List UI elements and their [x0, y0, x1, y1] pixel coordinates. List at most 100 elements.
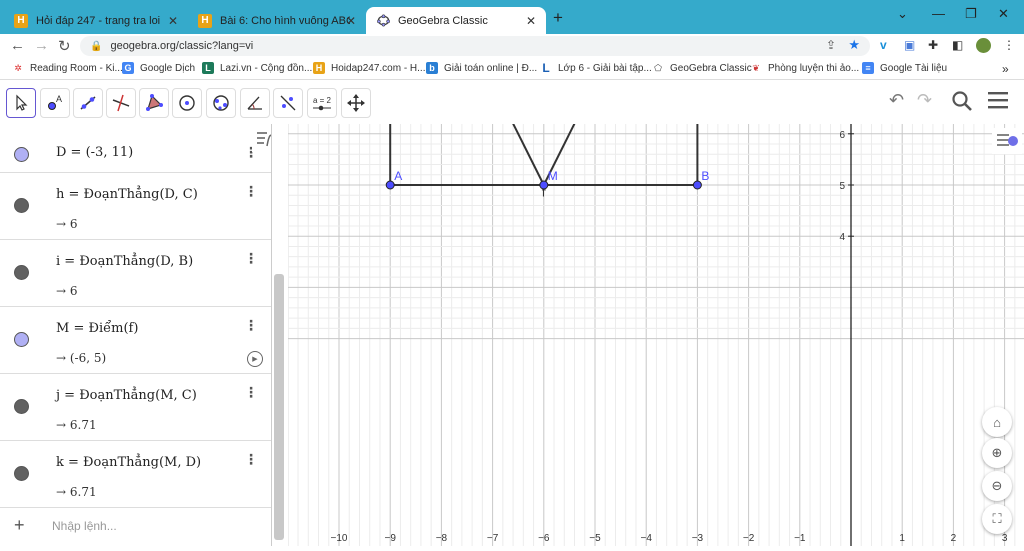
algebra-value: → 6.71	[56, 418, 97, 432]
move-view-tool-icon[interactable]	[341, 88, 371, 118]
reflect-tool-icon[interactable]	[273, 88, 303, 118]
algebra-row[interactable]: D = (-3, 11) ⋮	[0, 124, 271, 173]
algebra-scrollbar[interactable]	[274, 274, 284, 540]
close-tab-icon[interactable]: ✕	[526, 14, 536, 28]
add-input-button[interactable]: +	[14, 515, 25, 536]
x-tick-label: 1	[899, 533, 905, 544]
phong-luyen-icon: ❦	[752, 62, 760, 73]
row-menu-icon[interactable]: ⋮	[244, 384, 258, 401]
move-tool-icon[interactable]	[6, 88, 36, 118]
browser-tab[interactable]: H Bài 6: Cho hình vuông ABCD có c ✕	[188, 7, 366, 34]
angle-tool-icon[interactable]	[240, 88, 270, 118]
main-menu-icon[interactable]	[987, 90, 1009, 115]
algebra-row[interactable]: k = ĐoạnThẳng(M, D) → 6.71 ⋮	[0, 441, 271, 508]
bookmark-item[interactable]: ❦ Phòng luyện thi ảo...	[750, 62, 859, 74]
row-menu-icon[interactable]: ⋮	[244, 250, 258, 267]
new-tab-button[interactable]: +	[553, 8, 563, 28]
url-field[interactable]: 🔒 geogebra.org/classic?lang=vi ⇪ ★	[80, 36, 870, 56]
visibility-toggle[interactable]	[14, 147, 29, 162]
input-bar-placeholder[interactable]: Nhập lệnh...	[52, 519, 117, 533]
tab-title: GeoGebra Classic	[398, 14, 488, 27]
share-icon[interactable]: ⇪	[826, 38, 836, 52]
reading-room-icon: ✲	[14, 62, 22, 73]
row-menu-icon[interactable]: ⋮	[244, 317, 258, 334]
y-tick-label: 4	[839, 232, 845, 243]
algebra-row[interactable]: i = ĐoạnThẳng(D, B) → 6 ⋮	[0, 240, 271, 307]
visibility-toggle[interactable]	[14, 399, 29, 414]
x-tick-label: −2	[743, 533, 755, 544]
row-menu-icon[interactable]: ⋮	[244, 451, 258, 468]
visibility-toggle[interactable]	[14, 332, 29, 347]
x-tick-label: −6	[538, 533, 550, 544]
forward-arrow-icon[interactable]: →	[34, 37, 49, 54]
restore-window-icon[interactable]: ❐	[965, 6, 977, 22]
algebra-row[interactable]: j = ĐoạnThẳng(M, C) → 6.71 ⋮	[0, 374, 271, 441]
reload-icon[interactable]: ↻	[58, 37, 71, 55]
animation-play-icon[interactable]: ▶	[247, 351, 263, 367]
tab-title: Hỏi đáp 247 - trang tra loi	[36, 14, 161, 27]
redo-icon[interactable]: ↷	[917, 90, 932, 111]
algebra-value: → (-6, 5)	[56, 351, 107, 365]
fullscreen-icon[interactable]: ⛶	[982, 504, 1012, 534]
bookmark-item[interactable]: L Lazi.vn - Cộng đồn...	[202, 62, 312, 74]
tab-search-chevron-icon[interactable]: ⌄	[897, 6, 908, 22]
ellipse-tool-icon[interactable]	[206, 88, 236, 118]
bookmark-label: Giải toán online | Đ...	[444, 62, 538, 74]
side-panel-icon[interactable]: ◧	[952, 38, 963, 52]
browser-tab-active[interactable]: GeoGebra Classic ✕	[366, 7, 546, 34]
point-A	[385, 180, 395, 190]
bookmark-item[interactable]: ✲ Reading Room - Ki...	[12, 62, 123, 74]
profile-avatar[interactable]	[976, 38, 991, 53]
row-menu-icon[interactable]: ⋮	[244, 183, 258, 200]
minimize-window-icon[interactable]: —	[932, 6, 945, 21]
algebra-row[interactable]: h = ĐoạnThẳng(D, C) → 6 ⋮	[0, 173, 271, 240]
browser-tab[interactable]: H Hỏi đáp 247 - trang tra loi ✕	[4, 7, 188, 34]
slider-tool-icon[interactable]: a = 2	[307, 88, 337, 118]
bookmark-item[interactable]: L Lớp 6 - Giải bài tập...	[540, 61, 652, 75]
bookmark-item[interactable]: ≡ Google Tài liệu	[862, 62, 947, 74]
bookmark-item[interactable]: G Google Dịch	[122, 62, 195, 74]
algebra-view-settings-button[interactable]	[252, 126, 271, 152]
x-tick-label: −3	[692, 533, 704, 544]
more-bookmarks-button[interactable]: »	[1002, 62, 1009, 76]
close-tab-icon[interactable]: ✕	[346, 14, 356, 28]
circle-tool-icon[interactable]	[172, 88, 202, 118]
bookmark-label: GeoGebra Classic	[670, 62, 752, 74]
browser-menu-icon[interactable]: ⋮	[1003, 38, 1015, 52]
bookmark-item[interactable]: ⬠ GeoGebra Classic	[652, 62, 752, 74]
close-window-icon[interactable]: ✕	[998, 6, 1009, 22]
browser-tab-bar: H Hỏi đáp 247 - trang tra loi ✕ H Bài 6:…	[0, 0, 1024, 34]
bookmark-item[interactable]: b Giải toán online | Đ...	[426, 62, 537, 74]
point-M	[539, 180, 549, 190]
graphics-view[interactable]: −10−9−8−7−6−5−4−3−2−11234567891011gihfjk…	[287, 0, 1024, 546]
svg-text:A: A	[56, 94, 62, 104]
polygon-tool-icon[interactable]	[139, 88, 169, 118]
visibility-toggle[interactable]	[14, 265, 29, 280]
bookmark-star-icon[interactable]: ★	[848, 37, 860, 53]
tab-title: Bài 6: Cho hình vuông ABCD có c	[220, 14, 350, 27]
search-icon[interactable]	[951, 90, 973, 117]
close-tab-icon[interactable]: ✕	[168, 14, 178, 28]
back-arrow-icon[interactable]: ←	[10, 37, 25, 54]
bookmark-item[interactable]: H Hoidap247.com - H...	[313, 62, 426, 74]
bookmarks-bar: ✲ Reading Room - Ki... G Google Dịch L Lazi…	[0, 58, 1024, 80]
vimeo-extension-icon[interactable]: v	[880, 38, 887, 52]
translate-extension-icon[interactable]: ▣	[904, 38, 915, 52]
zoom-in-icon[interactable]: ⊕	[982, 438, 1012, 468]
undo-icon[interactable]: ↶	[889, 90, 904, 111]
visibility-toggle[interactable]	[14, 198, 29, 213]
zoom-out-icon[interactable]: ⊖	[982, 471, 1012, 501]
visibility-toggle[interactable]	[14, 466, 29, 481]
home-view-icon[interactable]: ⌂	[982, 407, 1012, 437]
graphics-canvas[interactable]: −10−9−8−7−6−5−4−3−2−11234567891011gihfjk…	[287, 0, 1024, 546]
extensions-puzzle-icon[interactable]: ✚	[928, 38, 938, 52]
algebra-row[interactable]: M = Điểm(f) → (-6, 5) ⋮ ▶	[0, 307, 271, 374]
algebra-input-row[interactable]: + Nhập lệnh...	[0, 508, 271, 546]
geogebra-icon: ⬠	[654, 62, 662, 73]
algebra-value: → 6	[56, 284, 78, 298]
hoidap-h-icon: H	[14, 13, 28, 28]
line-tool-icon[interactable]	[73, 88, 103, 118]
point-tool-icon[interactable]: A	[40, 88, 70, 118]
perpendicular-tool-icon[interactable]	[106, 88, 136, 118]
graphics-style-bar-toggle[interactable]	[992, 128, 1022, 154]
